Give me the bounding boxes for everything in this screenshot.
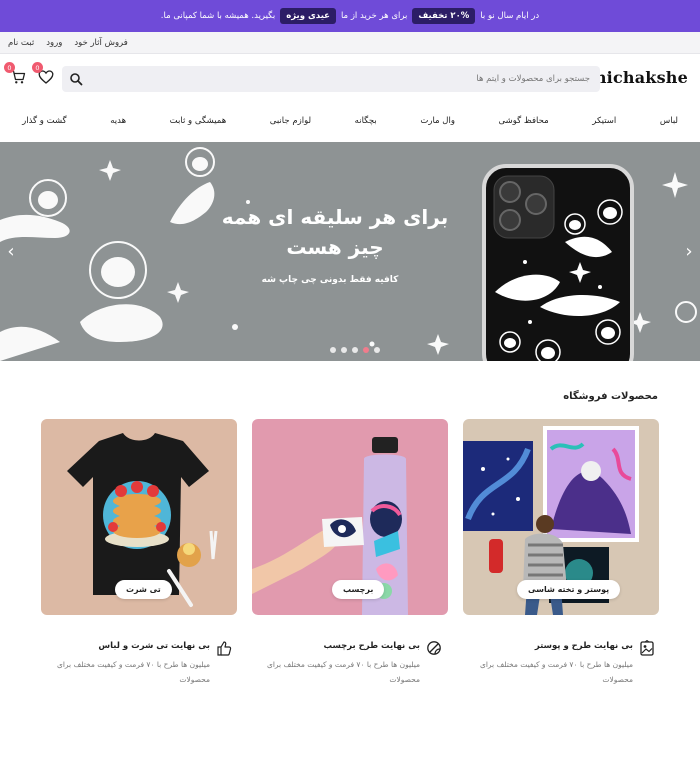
- slider-next-arrow[interactable]: ›: [682, 242, 696, 262]
- nav-item-home-living[interactable]: همیشگی و ثابت: [170, 116, 227, 126]
- nav-item-kids[interactable]: بچگانه: [355, 116, 377, 126]
- slider-dot[interactable]: [374, 347, 380, 353]
- sticker-icon: [427, 641, 441, 655]
- feature-description: میلیون ها طرح با ۷۰ فرمت و کیفیت مختلف ب…: [56, 660, 210, 684]
- slider-dots: [330, 347, 380, 353]
- search-bar: [62, 66, 600, 92]
- nav-item-clothing[interactable]: لباس: [660, 116, 678, 126]
- nav-item-wall-art[interactable]: وال مارت: [420, 116, 455, 126]
- nav-item-gifts[interactable]: هدیه: [110, 116, 126, 126]
- slider-dot[interactable]: [352, 347, 358, 353]
- special-offer-pill[interactable]: عیدی ویژه: [280, 8, 336, 24]
- search-icon[interactable]: [69, 72, 83, 86]
- feature-title: بی نهایت طرح برچسب: [323, 641, 420, 651]
- card-label-stickers[interactable]: برچسب: [332, 580, 385, 599]
- slider-prev-arrow[interactable]: ‹: [4, 242, 18, 262]
- wishlist-count-badge: 0: [32, 62, 43, 73]
- card-label-tshirts[interactable]: تی شرت: [115, 580, 172, 599]
- feature-description: میلیون ها طرح با ۷۰ فرمت و کیفیت مختلف ب…: [266, 660, 420, 684]
- phone-case-product: [482, 164, 634, 361]
- nav-item-travel[interactable]: گشت و گذار: [22, 116, 66, 126]
- announcement-text-start: در ایام سال نو با: [480, 11, 540, 21]
- feature-title: بی نهایت تی شرت و لباس: [98, 641, 210, 651]
- discount-pill: ۲۰% تخفیف: [412, 8, 476, 24]
- announcement-text-end: بگیرید. همیشه با شما کمپانی ما.: [160, 11, 276, 21]
- register-link[interactable]: ثبت نام: [8, 38, 34, 48]
- category-nav: لباس استیکر محافظ گوشی وال مارت بچگانه ل…: [0, 104, 700, 138]
- site-header: chichakshe 0 0: [0, 54, 700, 102]
- login-link[interactable]: ورود: [46, 38, 62, 48]
- account-links: فروش آثار خود ورود ثبت نام: [8, 32, 128, 54]
- slider-dot[interactable]: [330, 347, 336, 353]
- feature-description: میلیون ها طرح با ۷۰ فرمت و کیفیت مختلف ب…: [479, 660, 633, 684]
- nav-item-accessories[interactable]: لوازم جانبی: [270, 116, 311, 126]
- product-card-posters[interactable]: پوستر و تخته شاسی: [463, 419, 659, 615]
- site-logo[interactable]: chichakshe: [585, 68, 688, 87]
- slider-dot-active[interactable]: [363, 347, 369, 353]
- product-card-tshirts[interactable]: تی شرت: [41, 419, 237, 615]
- cart-count-badge: 0: [4, 62, 15, 73]
- slider-dot[interactable]: [341, 347, 347, 353]
- header-icons: 0 0: [4, 62, 54, 85]
- product-card-stickers[interactable]: برچسب: [252, 419, 448, 615]
- feature-title: بی نهایت طرح و پوستر: [534, 641, 633, 651]
- card-label-posters[interactable]: پوستر و تخته شاسی: [517, 580, 621, 599]
- thumbs-up-icon: [217, 641, 232, 656]
- utility-bar: فروش آثار خود ورود ثبت نام: [0, 32, 700, 54]
- announcement-bar: در ایام سال نو با ۲۰% تخفیف برای هر خرید…: [0, 0, 700, 32]
- poster-icon: [640, 640, 654, 656]
- products-section-title: محصولات فروشگاه: [563, 391, 658, 402]
- nav-item-phone-cases[interactable]: محافظ گوشی: [499, 116, 549, 126]
- wishlist-button[interactable]: 0: [32, 62, 54, 85]
- hero-slider: برای هر سلیقه ای همه چیز هست کافیه فقط ب…: [0, 142, 700, 361]
- search-input[interactable]: [110, 66, 590, 92]
- hero-title: برای هر سلیقه ای همه چیز هست: [221, 205, 449, 259]
- sell-art-link[interactable]: فروش آثار خود: [74, 38, 128, 48]
- announcement-text-middle: برای هر خرید از ما: [340, 11, 408, 21]
- hero-subtitle: کافیه فقط بدونی چی چاپ شه: [261, 275, 399, 285]
- cart-button[interactable]: 0: [4, 62, 26, 85]
- nav-item-stickers[interactable]: استیکر: [592, 116, 616, 126]
